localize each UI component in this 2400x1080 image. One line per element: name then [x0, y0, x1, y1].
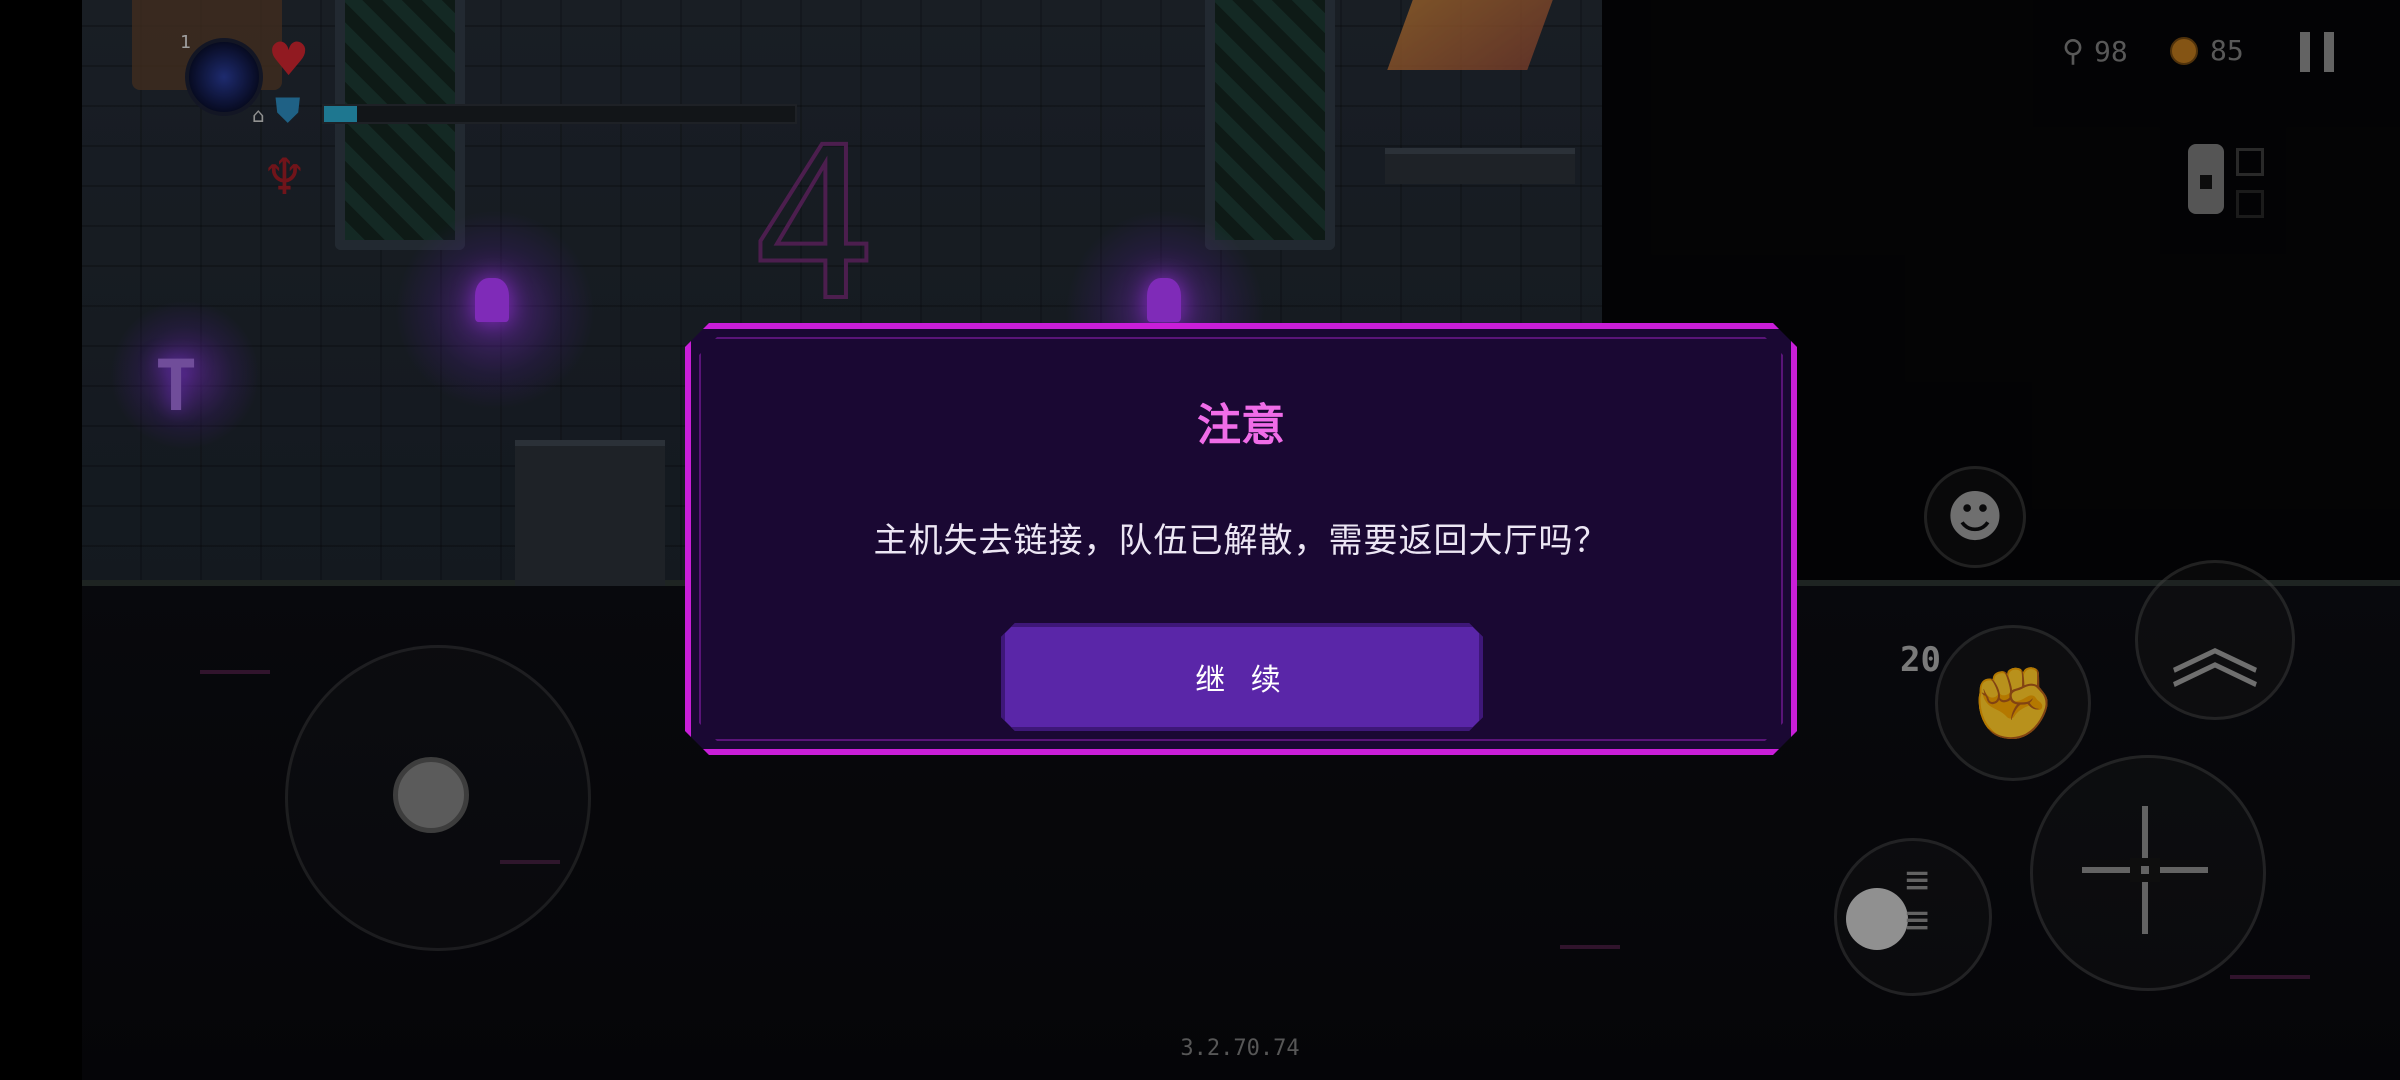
dialog-title: 注意 — [1197, 400, 1285, 451]
continue-button[interactable]: 继 续 — [1001, 623, 1483, 731]
disconnect-dialog: 注意 主机失去链接，队伍已解散，需要返回大厅吗？ 继 续 — [685, 323, 1797, 755]
dialog-message: 主机失去链接，队伍已解散，需要返回大厅吗？ — [873, 521, 1609, 561]
game-screen: 4 T 1 ♥ ⌂ ⛊ ♆ ⚲ 98 85 ☻ ︽ ✊ 20 ≡ ≡ 注意 主机… — [0, 0, 2400, 1080]
version-label: 3.2.70.74 — [1180, 1036, 1300, 1061]
